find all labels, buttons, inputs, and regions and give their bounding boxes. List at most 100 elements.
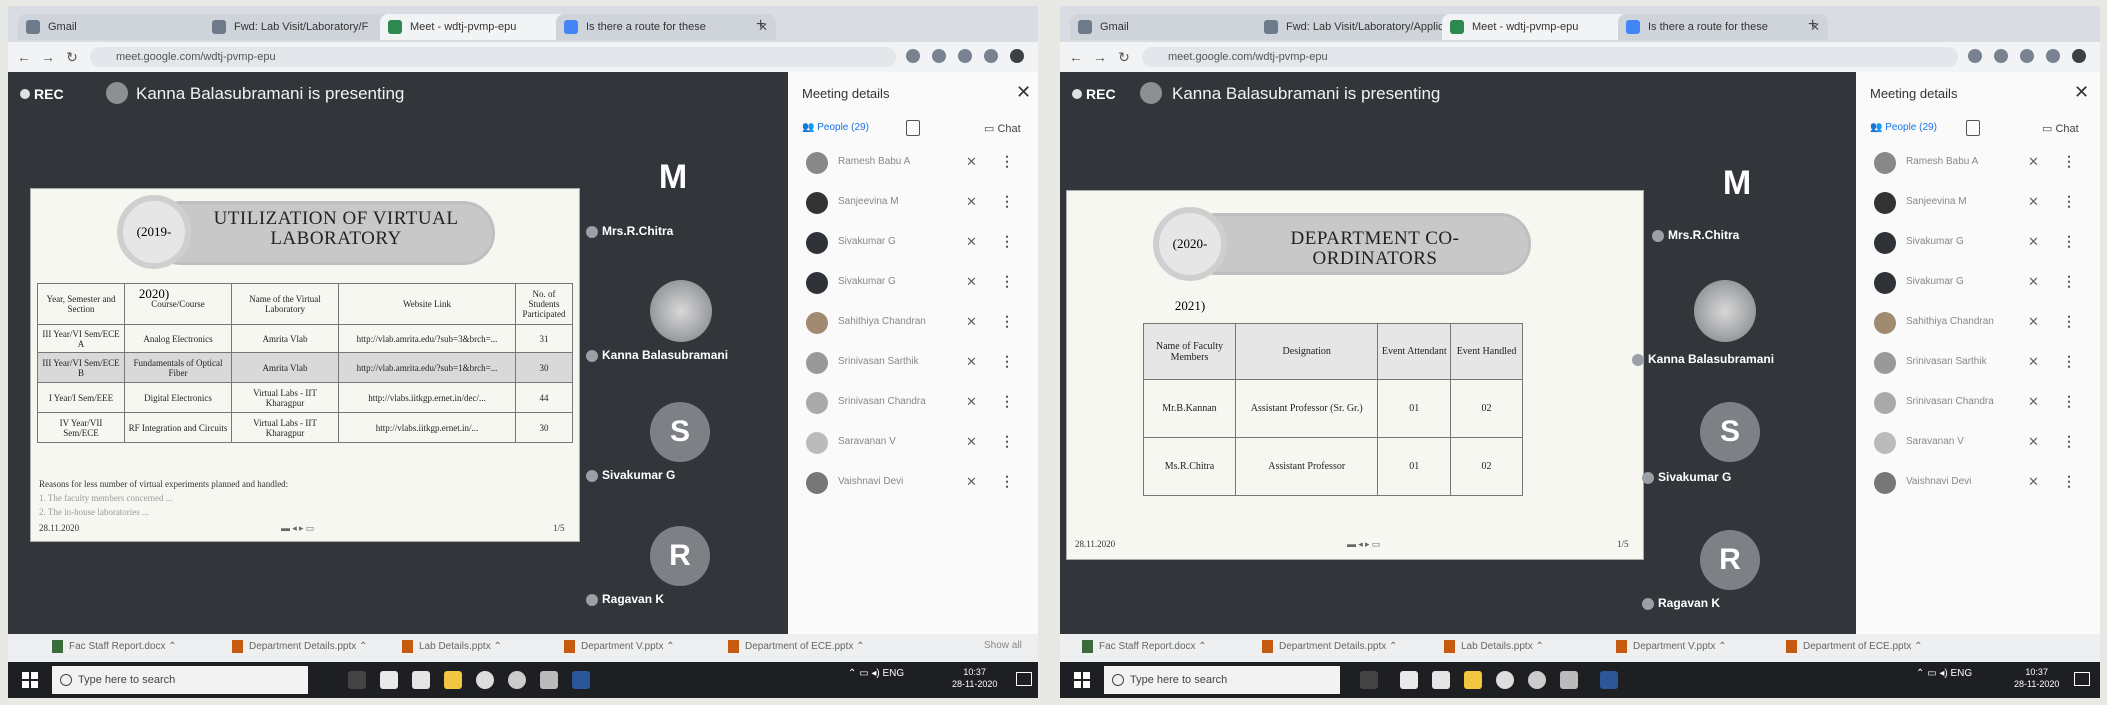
mic-off-icon[interactable]: ✕ xyxy=(2028,394,2039,410)
tab-meet[interactable]: Meet - wdtj-pvmp-epu✕ xyxy=(1442,14,1642,40)
mic-off-icon[interactable]: ✕ xyxy=(2028,194,2039,210)
tab-google-search[interactable]: Is there a route for these ✕ xyxy=(556,14,776,40)
list-item[interactable]: Vaishnavi Devi ✕ ⋮ xyxy=(788,464,1038,504)
list-item[interactable]: Sahithiya Chandran ✕ ⋮ xyxy=(788,304,1038,344)
download-item[interactable]: Department Details.pptx ⌃ xyxy=(1262,640,1397,653)
forward-icon[interactable]: → xyxy=(1090,47,1110,67)
task-view-icon[interactable] xyxy=(348,671,366,689)
extension-icon[interactable] xyxy=(906,49,920,63)
participant-tile-m[interactable]: M xyxy=(648,152,698,202)
list-item[interactable]: Sivakumar G ✕ ⋮ xyxy=(788,224,1038,264)
notification-icon[interactable] xyxy=(2074,672,2090,686)
list-item[interactable]: Sanjeevina M ✕ ⋮ xyxy=(1856,184,2100,224)
more-icon[interactable]: ⋮ xyxy=(1000,393,1014,410)
app-icon[interactable] xyxy=(1560,671,1578,689)
profile-avatar[interactable] xyxy=(1010,49,1024,63)
chrome-icon[interactable] xyxy=(476,671,494,689)
mic-off-icon[interactable]: ✕ xyxy=(966,354,977,370)
folder-icon[interactable] xyxy=(1464,671,1482,689)
list-item[interactable]: Ramesh Babu A ✕ ⋮ xyxy=(1856,144,2100,184)
mic-off-icon[interactable]: ✕ xyxy=(966,394,977,410)
mic-off-icon[interactable]: ✕ xyxy=(966,194,977,210)
more-icon[interactable]: ⋮ xyxy=(1000,273,1014,290)
list-item[interactable]: Saravanan V ✕ ⋮ xyxy=(788,424,1038,464)
app-icon[interactable] xyxy=(380,671,398,689)
list-item[interactable]: Ramesh Babu A ✕ ⋮ xyxy=(788,144,1038,184)
tab-chat[interactable]: ▭ Chat xyxy=(984,122,1021,135)
download-item[interactable]: Fac Staff Report.docx ⌃ xyxy=(1082,640,1207,653)
more-icon[interactable]: ⋮ xyxy=(2062,433,2076,450)
clock[interactable]: 10:37 28-11-2020 xyxy=(2014,666,2059,690)
list-item[interactable]: Sivakumar G ✕ ⋮ xyxy=(1856,224,2100,264)
tab-people[interactable]: 👥 People (29) xyxy=(802,122,869,133)
app-icon[interactable] xyxy=(1528,671,1546,689)
download-item[interactable]: Department of ECE.pptx ⌃ xyxy=(728,640,865,653)
profile-avatar[interactable] xyxy=(2072,49,2086,63)
more-icon[interactable]: ⋮ xyxy=(2062,273,2076,290)
windows-start-icon[interactable] xyxy=(1074,672,1090,688)
store-icon[interactable] xyxy=(1432,671,1450,689)
more-icon[interactable]: ⋮ xyxy=(2062,393,2076,410)
tab-fwd-lab-visit[interactable]: Fwd: Lab Visit/Laboratory/Applica✕ xyxy=(1256,14,1466,40)
slide-controls[interactable]: ▬ ◂ ▸ ▭ xyxy=(1347,539,1380,550)
mic-off-icon[interactable]: ✕ xyxy=(966,234,977,250)
clock[interactable]: 10:37 28-11-2020 xyxy=(952,666,997,690)
more-icon[interactable]: ⋮ xyxy=(1000,233,1014,250)
activities-icon[interactable] xyxy=(1966,120,1980,136)
participant-tile-r[interactable]: R xyxy=(1700,530,1760,590)
more-icon[interactable]: ⋮ xyxy=(2062,233,2076,250)
task-view-icon[interactable] xyxy=(1360,671,1378,689)
back-icon[interactable]: ← xyxy=(14,47,34,67)
list-item[interactable]: Sivakumar G ✕ ⋮ xyxy=(788,264,1038,304)
puzzle-icon[interactable] xyxy=(2046,49,2060,63)
app-icon[interactable] xyxy=(508,671,526,689)
close-icon[interactable]: ✕ xyxy=(2074,82,2089,103)
word-icon[interactable] xyxy=(1600,671,1618,689)
show-all-button[interactable]: Show all xyxy=(984,640,1022,651)
more-icon[interactable]: ⋮ xyxy=(2062,353,2076,370)
participant-tile-s[interactable]: S xyxy=(650,402,710,462)
mic-off-icon[interactable]: ✕ xyxy=(2028,234,2039,250)
system-tray[interactable]: ⌃ ▭ ◂) ENG xyxy=(848,668,904,679)
participant-tile-m[interactable]: M xyxy=(1712,158,1762,208)
download-item[interactable]: Department V.pptx ⌃ xyxy=(564,640,675,653)
app-icon[interactable] xyxy=(540,671,558,689)
notification-icon[interactable] xyxy=(1016,672,1032,686)
system-tray[interactable]: ⌃ ▭ ◂) ENG xyxy=(1916,668,1972,679)
more-icon[interactable]: ⋮ xyxy=(1000,153,1014,170)
mic-off-icon[interactable]: ✕ xyxy=(966,274,977,290)
reload-icon[interactable]: ↻ xyxy=(1114,47,1134,67)
more-icon[interactable]: ⋮ xyxy=(1000,193,1014,210)
participant-tile-s[interactable]: S xyxy=(1700,402,1760,462)
url-input[interactable]: meet.google.com/wdtj-pvmp-epu xyxy=(90,47,896,67)
tab-chat[interactable]: ▭ Chat xyxy=(2042,122,2079,135)
folder-icon[interactable] xyxy=(444,671,462,689)
cast-icon[interactable] xyxy=(958,49,972,63)
list-item[interactable]: Vaishnavi Devi ✕ ⋮ xyxy=(1856,464,2100,504)
extension-icon[interactable] xyxy=(1968,49,1982,63)
taskbar-search-input[interactable]: Type here to search xyxy=(52,666,308,694)
more-icon[interactable]: ⋮ xyxy=(2062,153,2076,170)
list-item[interactable]: Sanjeevina M ✕ ⋮ xyxy=(788,184,1038,224)
mic-off-icon[interactable]: ✕ xyxy=(966,434,977,450)
taskbar-search-input[interactable]: Type here to search xyxy=(1104,666,1340,694)
star-icon[interactable] xyxy=(932,49,946,63)
word-icon[interactable] xyxy=(572,671,590,689)
list-item[interactable]: Saravanan V ✕ ⋮ xyxy=(1856,424,2100,464)
mic-off-icon[interactable]: ✕ xyxy=(2028,154,2039,170)
download-item[interactable]: Lab Details.pptx ⌃ xyxy=(1444,640,1544,653)
cast-icon[interactable] xyxy=(2020,49,2034,63)
app-icon[interactable] xyxy=(1400,671,1418,689)
list-item[interactable]: Srinivasan Sarthik ✕ ⋮ xyxy=(788,344,1038,384)
url-input[interactable]: meet.google.com/wdtj-pvmp-epu xyxy=(1142,47,1958,67)
mic-off-icon[interactable]: ✕ xyxy=(966,474,977,490)
mic-off-icon[interactable]: ✕ xyxy=(966,154,977,170)
more-icon[interactable]: ⋮ xyxy=(1000,433,1014,450)
new-tab-button[interactable]: + xyxy=(756,16,765,34)
more-icon[interactable]: ⋮ xyxy=(1000,353,1014,370)
new-tab-button[interactable]: + xyxy=(1808,16,1817,34)
chrome-icon[interactable] xyxy=(1496,671,1514,689)
more-icon[interactable]: ⋮ xyxy=(1000,473,1014,490)
tab-gmail[interactable]: Gmail✕ xyxy=(18,14,228,40)
list-item[interactable]: Srinivasan Chandra ✕ ⋮ xyxy=(1856,384,2100,424)
